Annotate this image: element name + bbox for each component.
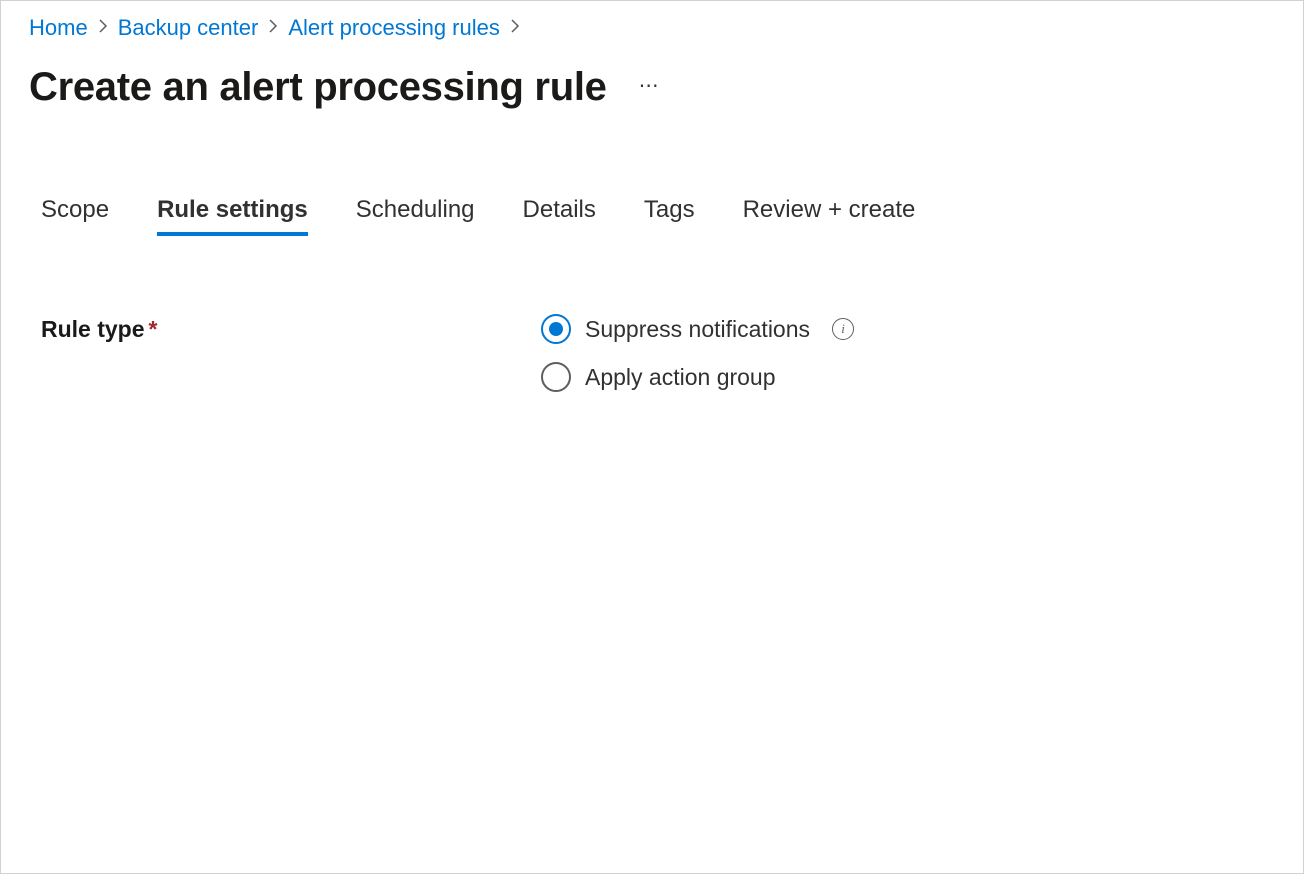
tab-details[interactable]: Details	[523, 196, 596, 236]
tab-scheduling[interactable]: Scheduling	[356, 196, 475, 236]
page-title: Create an alert processing rule	[29, 65, 607, 110]
form-row-rule-type: Rule type* Suppress notifications i Appl…	[41, 314, 1263, 392]
radio-suppress-notifications[interactable]: Suppress notifications i	[541, 314, 854, 344]
radio-apply-action-group[interactable]: Apply action group	[541, 362, 854, 392]
chevron-right-icon	[510, 19, 520, 38]
tabs: Scope Rule settings Scheduling Details T…	[1, 118, 1303, 236]
breadcrumb-home[interactable]: Home	[29, 15, 88, 41]
breadcrumb-alert-processing-rules[interactable]: Alert processing rules	[288, 15, 500, 41]
chevron-right-icon	[268, 19, 278, 38]
radio-icon	[541, 362, 571, 392]
breadcrumb: Home Backup center Alert processing rule…	[1, 1, 1303, 47]
page-title-row: Create an alert processing rule ⋯	[1, 47, 1303, 118]
radio-icon	[541, 314, 571, 344]
form-area: Rule type* Suppress notifications i Appl…	[1, 236, 1303, 392]
info-icon[interactable]: i	[832, 318, 854, 340]
breadcrumb-backup-center[interactable]: Backup center	[118, 15, 259, 41]
rule-type-radio-group: Suppress notifications i Apply action gr…	[541, 314, 854, 392]
tab-scope[interactable]: Scope	[41, 196, 109, 236]
tab-tags[interactable]: Tags	[644, 196, 695, 236]
more-icon[interactable]: ⋯	[639, 73, 661, 102]
rule-type-label: Rule type*	[41, 314, 541, 343]
radio-label: Apply action group	[585, 364, 776, 391]
required-star: *	[149, 316, 158, 342]
chevron-right-icon	[98, 19, 108, 38]
tab-review-create[interactable]: Review + create	[743, 196, 916, 236]
tab-rule-settings[interactable]: Rule settings	[157, 196, 308, 236]
radio-label: Suppress notifications	[585, 316, 810, 343]
